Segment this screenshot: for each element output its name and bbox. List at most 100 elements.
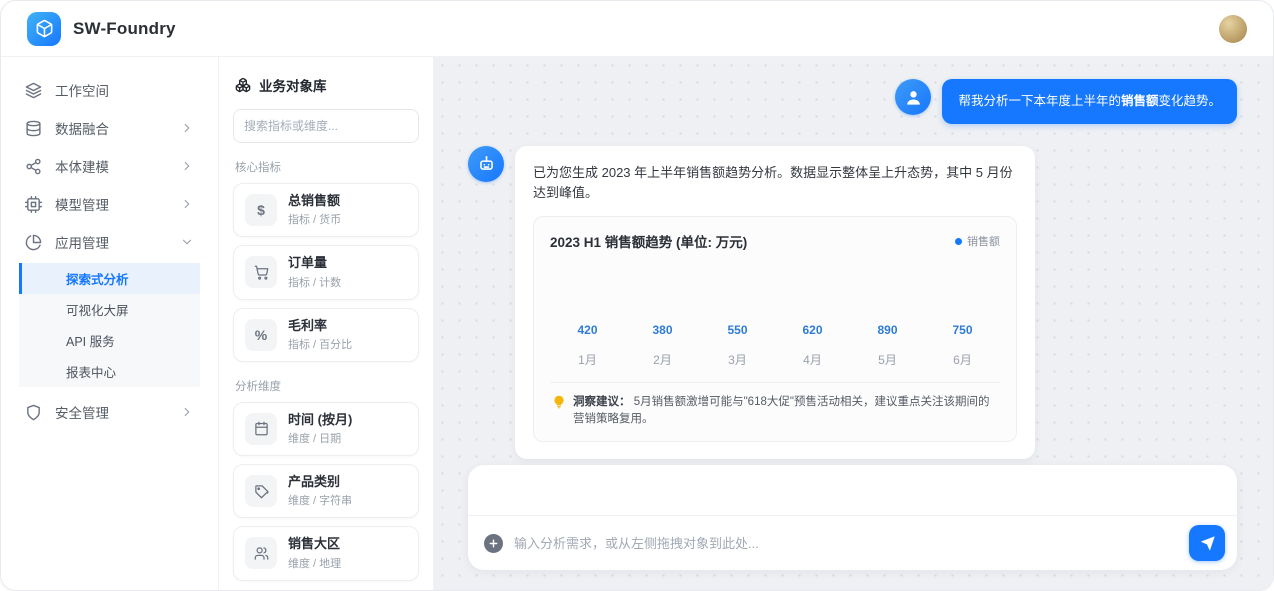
dimension-card-product-category[interactable]: 产品类别 维度 / 字符串 — [233, 464, 419, 518]
tag-icon — [245, 475, 277, 507]
paper-plane-icon — [1199, 535, 1216, 552]
dimension-card-time[interactable]: 时间 (按月) 维度 / 日期 — [233, 402, 419, 456]
submenu-item-label: 探索式分析 — [66, 269, 129, 288]
drag-drop-zone[interactable] — [468, 465, 1237, 515]
chevron-down-icon — [180, 235, 194, 249]
object-panel-title: 业务对象库 — [259, 75, 327, 95]
submenu-item-label: 可视化大屏 — [66, 300, 129, 319]
insight-banner: 洞察建议： 5月销售额激增可能与"618大促"预售活动相关，建议重点关注该期间的… — [550, 382, 1000, 441]
metric-card-total-sales[interactable]: $ 总销售额 指标 / 货币 — [233, 183, 419, 237]
chart-month: 2月 — [625, 351, 700, 382]
sidebar-item-ontology[interactable]: 本体建模 — [1, 147, 218, 185]
plus-icon — [488, 538, 499, 549]
region-users-icon — [245, 537, 277, 569]
user-message-bubble: 帮我分析一下本年度上半年的销售额变化趋势。 — [942, 79, 1237, 124]
sidebar-item-label: 安全管理 — [55, 402, 167, 422]
sidebar-item-visual-dashboard[interactable]: 可视化大屏 — [19, 294, 200, 325]
sidebar-item-app-mgmt[interactable]: 应用管理 — [1, 223, 218, 261]
metric-card-order-volume[interactable]: 订单量 指标 / 计数 — [233, 245, 419, 299]
sidebar-item-model-mgmt[interactable]: 模型管理 — [1, 185, 218, 223]
bot-avatar-icon — [468, 146, 504, 182]
chart-month: 4月 — [775, 351, 850, 382]
sidebar-item-label: 本体建模 — [55, 156, 167, 176]
boxes-icon — [235, 77, 251, 93]
lightbulb-icon — [552, 395, 566, 409]
sidebar-item-api-service[interactable]: API 服务 — [19, 325, 200, 356]
metric-name: 毛利率 — [288, 318, 352, 334]
ontology-graph-icon — [25, 158, 42, 175]
user-avatar-icon — [895, 79, 931, 115]
chat-message-input[interactable] — [514, 536, 1178, 551]
dimension-name: 销售大区 — [288, 536, 341, 552]
shield-icon — [25, 404, 42, 421]
dimension-name: 时间 (按月) — [288, 412, 352, 428]
assistant-message-row: 已为您生成 2023 年上半年销售额趋势分析。数据显示整体呈上升态势，其中 5 … — [468, 146, 1237, 459]
chat-input-card — [468, 465, 1237, 570]
sidebar-nav: 工作空间 数据融合 本体建模 模型管理 应用管理 — [1, 57, 219, 590]
chart-value: 380 — [625, 323, 700, 351]
chat-area: 帮我分析一下本年度上半年的销售额变化趋势。 已为您生成 2023 年上半年销售额… — [434, 57, 1273, 590]
chart-month: 1月 — [550, 351, 625, 382]
submenu-item-label: API 服务 — [66, 331, 115, 350]
chevron-right-icon — [180, 159, 194, 173]
sidebar-item-data-fusion[interactable]: 数据融合 — [1, 109, 218, 147]
metric-type: 指标 / 货币 — [288, 211, 341, 227]
submenu-item-label: 报表中心 — [66, 362, 116, 381]
dimension-type: 维度 / 日期 — [288, 430, 352, 446]
calendar-icon — [245, 413, 277, 445]
sidebar-item-report-center[interactable]: 报表中心 — [19, 356, 200, 387]
business-object-panel: 业务对象库 核心指标 $ 总销售额 指标 / 货币 订单量 指标 / 计数 % … — [219, 57, 434, 590]
chart-value: 750 — [925, 323, 1000, 351]
sidebar-item-label: 模型管理 — [55, 194, 167, 214]
object-search-input[interactable] — [233, 109, 419, 143]
legend-dot-icon — [955, 238, 962, 245]
profile-avatar[interactable] — [1219, 15, 1247, 43]
sidebar-item-label: 应用管理 — [55, 232, 167, 252]
chevron-right-icon — [180, 405, 194, 419]
assistant-message-text: 已为您生成 2023 年上半年销售额趋势分析。数据显示整体呈上升态势，其中 5 … — [533, 163, 1017, 203]
pie-chart-icon — [25, 234, 42, 251]
chart-value: 620 — [775, 323, 850, 351]
add-attachment-button[interactable] — [484, 534, 503, 553]
app-mgmt-submenu: 探索式分析 可视化大屏 API 服务 报表中心 — [19, 263, 200, 387]
chart-value: 420 — [550, 323, 625, 351]
chart-plot-area — [550, 251, 1000, 323]
chart-value: 890 — [850, 323, 925, 351]
database-icon — [25, 120, 42, 137]
chevron-right-icon — [180, 121, 194, 135]
user-message-row: 帮我分析一下本年度上半年的销售额变化趋势。 — [468, 79, 1237, 124]
sidebar-item-workspace[interactable]: 工作空间 — [1, 71, 218, 109]
app-logo-icon — [27, 12, 61, 46]
app-title: SW-Foundry — [73, 19, 176, 39]
dimension-name: 产品类别 — [288, 474, 352, 490]
legend-label: 销售额 — [967, 233, 1000, 249]
metric-name: 总销售额 — [288, 193, 341, 209]
dimensions-section-label: 分析维度 — [235, 378, 417, 394]
sidebar-item-label: 工作空间 — [55, 80, 194, 100]
chart-month: 5月 — [850, 351, 925, 382]
sidebar-item-label: 数据融合 — [55, 118, 167, 138]
insight-text: 5月销售额激增可能与"618大促"预售活动相关，建议重点关注该期间的营销策略复用… — [573, 396, 989, 425]
dollar-icon: $ — [245, 194, 277, 226]
chart-title: 2023 H1 销售额趋势 (单位: 万元) — [550, 231, 747, 251]
app-window: SW-Foundry 工作空间 数据融合 本体建模 模型管理 — [0, 0, 1274, 591]
layers-icon — [25, 82, 42, 99]
chart-value-labels: 420 380 550 620 890 750 — [550, 323, 1000, 351]
metric-type: 指标 / 计数 — [288, 274, 341, 290]
cpu-icon — [25, 196, 42, 213]
metric-type: 指标 / 百分比 — [288, 336, 352, 352]
dimension-card-sales-region[interactable]: 销售大区 维度 / 地理 — [233, 526, 419, 580]
dimension-type: 维度 / 字符串 — [288, 492, 352, 508]
cart-icon — [245, 256, 277, 288]
sidebar-item-security[interactable]: 安全管理 — [1, 393, 218, 431]
insight-label: 洞察建议： — [573, 396, 631, 408]
chart-legend: 销售额 — [955, 233, 1000, 249]
sidebar-item-exploratory-analysis[interactable]: 探索式分析 — [19, 263, 200, 294]
send-button[interactable] — [1189, 525, 1225, 561]
chevron-right-icon — [180, 197, 194, 211]
percent-icon: % — [245, 319, 277, 351]
top-header: SW-Foundry — [1, 1, 1273, 57]
chart-month: 3月 — [700, 351, 775, 382]
metric-card-gross-margin[interactable]: % 毛利率 指标 / 百分比 — [233, 308, 419, 362]
metrics-section-label: 核心指标 — [235, 159, 417, 175]
